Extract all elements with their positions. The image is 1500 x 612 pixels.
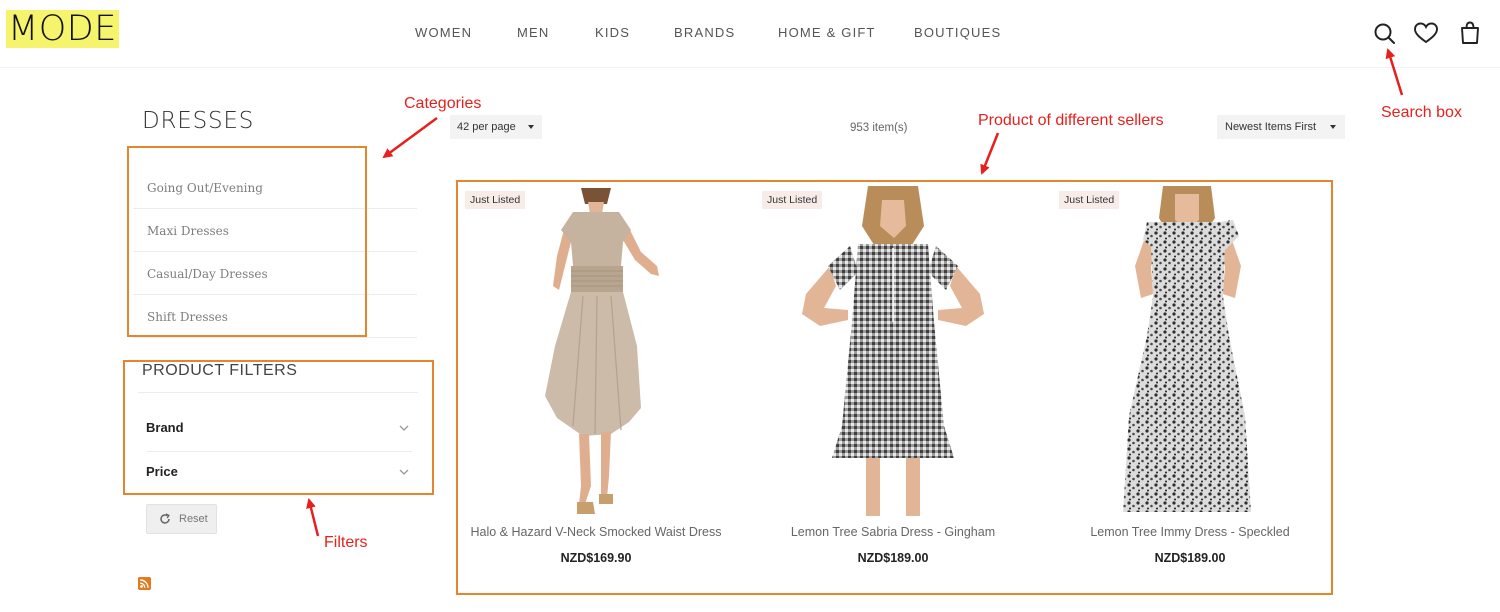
nav-kids[interactable]: KIDS xyxy=(595,25,630,40)
arrow-categories xyxy=(382,116,438,159)
nav-boutiques[interactable]: BOUTIQUES xyxy=(914,25,1001,40)
arrow-products xyxy=(980,132,1000,175)
annotation-categories: Categories xyxy=(404,95,482,112)
categories-highlight-box xyxy=(127,146,367,337)
arrow-filters xyxy=(306,498,320,537)
search-icon[interactable] xyxy=(1372,20,1398,46)
annotation-filters: Filters xyxy=(324,534,368,551)
caret-down-icon xyxy=(1330,125,1336,129)
annotation-products: Product of different sellers xyxy=(978,112,1164,129)
bag-icon[interactable] xyxy=(1458,20,1484,46)
category-title: DRESSES xyxy=(142,108,255,134)
nav-women[interactable]: WOMEN xyxy=(415,25,472,40)
heart-icon[interactable] xyxy=(1413,20,1439,46)
per-page-select[interactable]: 42 per page xyxy=(450,115,542,139)
filters-highlight-box xyxy=(123,360,434,495)
main-nav: WOMEN MEN KIDS BRANDS HOME & GIFT BOUTIQ… xyxy=(0,25,1500,41)
sort-select[interactable]: Newest Items First xyxy=(1217,115,1345,139)
caret-down-icon xyxy=(528,125,534,129)
item-count: 953 item(s) xyxy=(850,122,908,134)
rss-icon[interactable] xyxy=(138,577,151,590)
nav-brands[interactable]: BRANDS xyxy=(674,25,735,40)
nav-men[interactable]: MEN xyxy=(517,25,550,40)
reset-button[interactable]: Reset xyxy=(146,504,217,534)
annotation-search: Search box xyxy=(1381,104,1462,121)
per-page-value: 42 per page xyxy=(457,121,516,133)
site-header: MODE WOMEN MEN KIDS BRANDS HOME & GIFT B… xyxy=(0,0,1500,68)
products-highlight-box xyxy=(456,180,1333,595)
reset-label: Reset xyxy=(179,513,208,525)
nav-home-gift[interactable]: HOME & GIFT xyxy=(778,25,876,40)
sort-value: Newest Items First xyxy=(1225,121,1317,133)
refresh-icon xyxy=(160,513,170,524)
